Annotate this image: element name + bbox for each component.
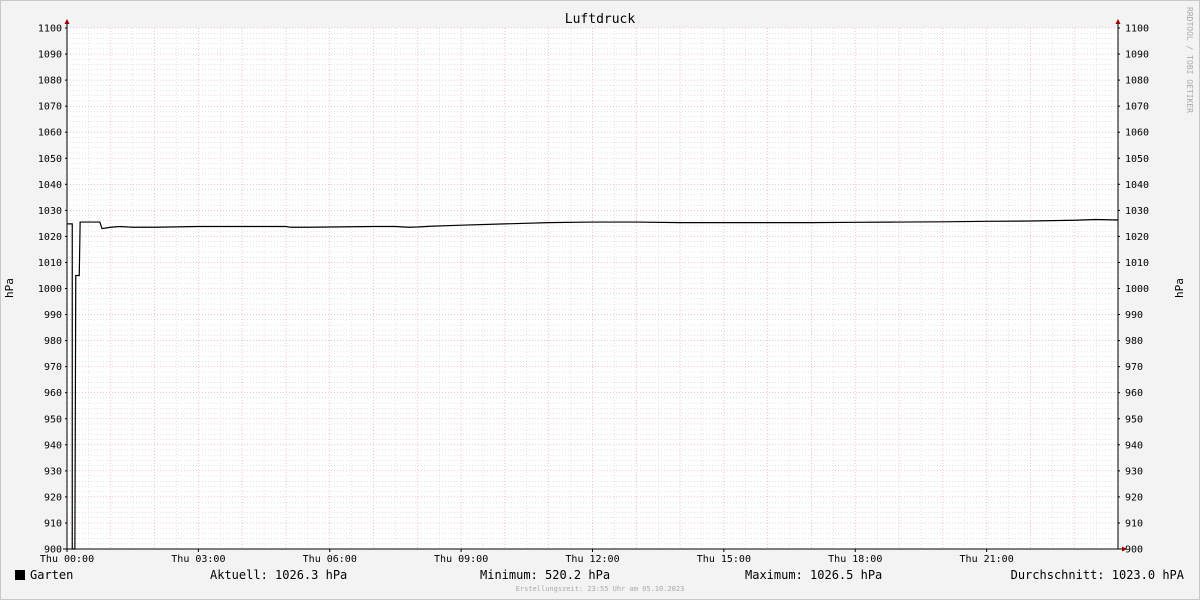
y-tick-label-left: 910: [44, 518, 62, 529]
y-tick-label-left: 1070: [38, 102, 62, 113]
y-tick-label-right: 920: [1125, 492, 1143, 503]
y-axis-label-right: hPa: [1173, 278, 1186, 298]
y-tick-label-left: 930: [44, 466, 62, 477]
x-tick-label: Thu 00:00: [40, 554, 94, 565]
x-tick-label: Thu 09:00: [434, 554, 488, 565]
y-tick-label-right: 940: [1125, 440, 1143, 451]
legend-current: Aktuell: 1026.3 hPa: [210, 568, 348, 582]
y-tick-label-right: 910: [1125, 518, 1143, 529]
y-tick-label-left: 1080: [38, 76, 62, 87]
y-axis-label-left: hPa: [3, 278, 16, 298]
y-tick-label-left: 1050: [38, 154, 62, 165]
y-tick-label-right: 900: [1125, 545, 1143, 556]
x-tick-label: Thu 03:00: [171, 554, 225, 565]
x-ticks: Thu 00:00 Thu 03:00 Thu 06:00 Thu 09:00 Thu …: [40, 549, 1014, 565]
y-tick-label-left: 1040: [38, 180, 62, 191]
y-tick-label-right: 1060: [1125, 128, 1149, 139]
y-tick-label-right: 1030: [1125, 206, 1149, 217]
legend-series-label: Garten: [30, 568, 74, 582]
y-axis-arrow-left: [64, 19, 70, 24]
legend-minimum: Minimum: 520.2 hPa: [480, 568, 611, 582]
y-axis-arrow-right: [1115, 19, 1121, 24]
y-tick-label-left: 990: [44, 310, 62, 321]
y-tick-label-right: 930: [1125, 466, 1143, 477]
y-tick-label-right: 1080: [1125, 76, 1149, 87]
y-tick-label-left: 970: [44, 362, 62, 373]
y-tick-label-right: 1010: [1125, 258, 1149, 269]
legend-swatch: [15, 570, 25, 580]
y-tick-label-right: 1090: [1125, 50, 1149, 61]
y-ticks-right: 900 910 920 930 940 950 960 970 980 990 1000 1010 10…: [1118, 24, 1149, 556]
y-tick-label-right: 980: [1125, 336, 1143, 347]
x-tick-label: Thu 18:00: [828, 554, 882, 565]
watermark: RRDTOOL / TOBI OETIKER: [1185, 7, 1194, 113]
y-tick-label-right: 1000: [1125, 284, 1149, 295]
y-tick-label-right: 1100: [1125, 24, 1149, 35]
y-ticks-left: 9009109209309409509609709809901000101010…: [38, 24, 67, 556]
y-tick-label-left: 980: [44, 336, 62, 347]
y-tick-label-left: 1100: [38, 24, 62, 35]
y-tick-label-right: 990: [1125, 310, 1143, 321]
y-tick-label-left: 1030: [38, 206, 62, 217]
y-tick-label-left: 1060: [38, 128, 62, 139]
y-tick-label-right: 1020: [1125, 232, 1149, 243]
chart-title: Luftdruck: [565, 12, 636, 27]
y-tick-label-left: 950: [44, 414, 62, 425]
legend-average: Durchschnitt: 1023.0 hPA: [1010, 568, 1184, 582]
y-tick-label-right: 1070: [1125, 102, 1149, 113]
chart: 900 910 920 930 940 950 960 970 980 990 1000 1010 10…: [3, 7, 1194, 565]
footer-timestamp: Erstellungszeit: 23:55 Uhr am 05.10.2023: [515, 585, 685, 593]
y-tick-label-right: 1040: [1125, 180, 1149, 191]
y-tick-label-right: 1050: [1125, 154, 1149, 165]
y-tick-label-left: 960: [44, 388, 62, 399]
y-tick-label-left: 1090: [38, 50, 62, 61]
y-tick-label-right: 960: [1125, 388, 1143, 399]
y-tick-label-right: 950: [1125, 414, 1143, 425]
y-tick-label-right: 970: [1125, 362, 1143, 373]
x-tick-label: Thu 12:00: [565, 554, 619, 565]
y-tick-label-left: 1000: [38, 284, 62, 295]
y-tick-label-left: 940: [44, 440, 62, 451]
legend-maximum: Maximum: 1026.5 hPa: [745, 568, 883, 582]
x-tick-label: Thu 15:00: [697, 554, 751, 565]
legend: Garten Aktuell: 1026.3 hPa Minimum: 520.…: [0, 568, 1200, 584]
y-tick-label-left: 1010: [38, 258, 62, 269]
x-tick-label: Thu 21:00: [960, 554, 1014, 565]
y-tick-label-left: 920: [44, 492, 62, 503]
y-tick-label-left: 1020: [38, 232, 62, 243]
x-tick-label: Thu 06:00: [303, 554, 357, 565]
